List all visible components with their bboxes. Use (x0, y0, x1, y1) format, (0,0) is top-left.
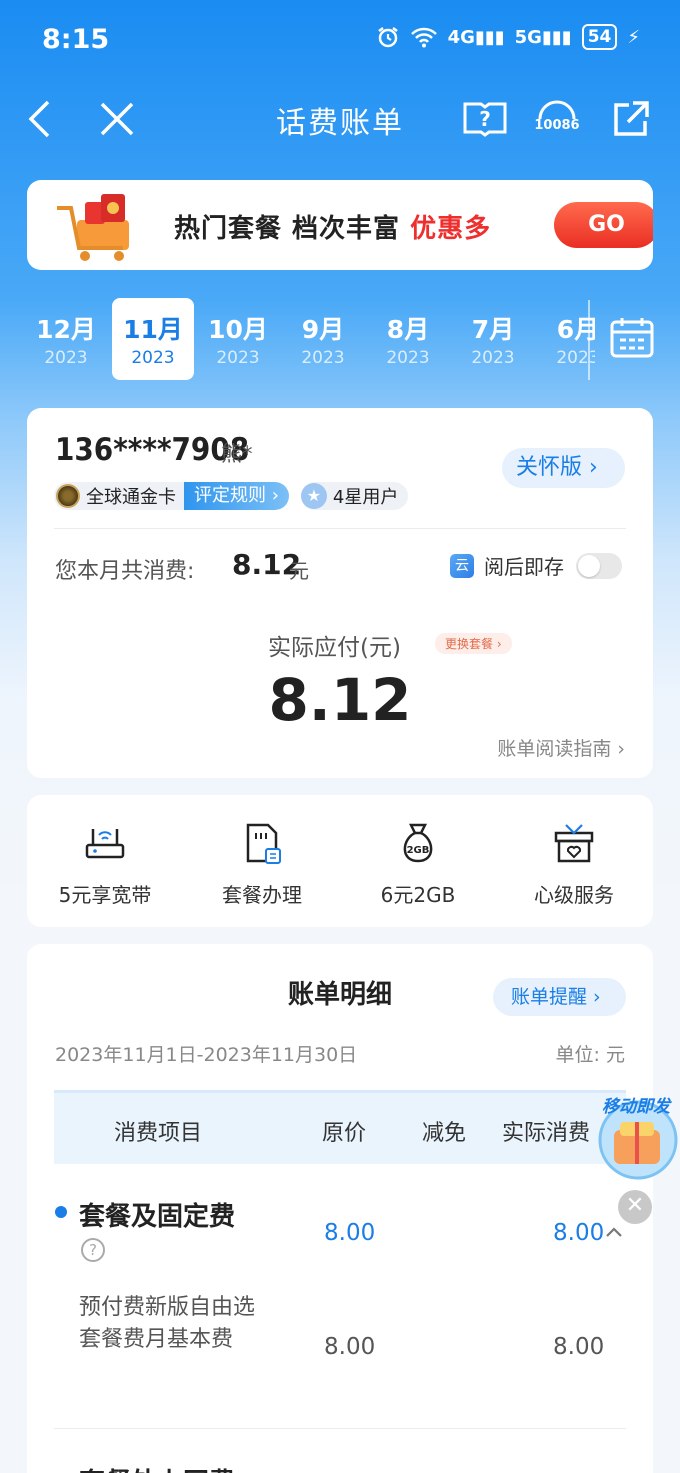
battery-indicator: 54 (581, 24, 618, 50)
bill-unit: 单位: 元 (555, 1044, 625, 1066)
month-tab-12[interactable]: 12月 2023 (25, 298, 107, 380)
svg-text:?: ? (479, 107, 491, 131)
bill-table-header: 消费项目 原价 减免 实际消费 (54, 1090, 626, 1164)
share-button[interactable] (606, 94, 656, 144)
gift-icon (554, 824, 594, 863)
month-tab-8[interactable]: 8月 2023 (367, 298, 449, 380)
alarm-icon (377, 27, 398, 48)
help-button[interactable]: ? (460, 94, 510, 144)
nav-bar: 话费账单 ? 10086 (0, 88, 680, 148)
quick-broadband[interactable]: 5元享宽带 (30, 821, 180, 908)
signal-5g-icon: 5G▮▮▮ (514, 26, 572, 48)
read-save-label: 阅后即存 (484, 555, 564, 579)
care-mode-button[interactable]: 关怀版 › (502, 448, 625, 488)
quick-plan[interactable]: 套餐办理 (187, 821, 337, 908)
help-circle-icon[interactable]: ? (81, 1238, 105, 1262)
data-bag-icon: 2GB (403, 823, 433, 863)
svg-text:2GB: 2GB (407, 845, 430, 856)
monthly-consume-label: 您本月共消费: (55, 559, 195, 584)
status-time: 8:15 (42, 24, 110, 55)
divider (54, 528, 626, 529)
row-actual-price: 8.00 (553, 1334, 605, 1360)
signal-4g-icon: 4G▮▮▮ (447, 26, 505, 48)
help-book-icon: ? (463, 102, 507, 137)
chevron-up-icon[interactable] (605, 1226, 623, 1238)
month-divider (588, 300, 590, 380)
svg-text:10086: 10086 (534, 118, 579, 133)
floating-promo-badge[interactable]: 移动即发 (590, 1090, 680, 1182)
user-tags: 全球通金卡 评定规则 › ★ 4星用户 (54, 482, 409, 510)
user-name: 熊* (221, 442, 253, 466)
customer-service-button[interactable]: 10086 (532, 94, 582, 144)
account-card: 136****7908 熊* 关怀版 › 全球通金卡 评定规则 › ★ 4星用户… (27, 408, 653, 778)
router-icon (85, 829, 125, 859)
change-plan-link[interactable]: 更换套餐 › (435, 633, 512, 654)
shopping-cart-icon (57, 194, 129, 261)
star-icon: ★ (300, 483, 327, 509)
wifi-icon (410, 27, 437, 48)
quick-service[interactable]: 心级服务 (499, 821, 649, 908)
section-data-overage-fee[interactable]: 套餐外上网费 (79, 1462, 235, 1473)
gold-card-icon (56, 484, 80, 508)
bill-date-range: 2023年11月1日-2023年11月30日 (55, 1044, 358, 1066)
row-original-price: 8.00 (324, 1334, 376, 1360)
column-actual: 实际消费 (502, 1121, 591, 1146)
row-description: 预付费新版自由选套餐费月基本费 (79, 1295, 256, 1352)
promo-text: 热门套餐 档次丰富 优惠多 (174, 214, 492, 244)
section-actual-price: 8.00 (553, 1220, 605, 1246)
month-tab-11[interactable]: 11月 2023 (112, 298, 194, 380)
section-plan-fixed-fee[interactable]: 套餐及固定费 (79, 1196, 235, 1233)
month-tab-6[interactable]: 6月 2023 (537, 298, 595, 380)
month-tab-10[interactable]: 10月 2023 (197, 298, 279, 380)
card-type-badge: 全球通金卡 (54, 482, 184, 510)
column-original: 原价 (322, 1121, 367, 1146)
sim-card-icon (246, 823, 281, 864)
promo-highlight: 优惠多 (410, 214, 492, 244)
month-tab-7[interactable]: 7月 2023 (452, 298, 534, 380)
row-divider (54, 1428, 626, 1429)
monthly-consume-unit: 元 (289, 559, 309, 583)
actual-pay-label: 实际应付(元) (268, 635, 401, 661)
bill-guide-link[interactable]: 账单阅读指南 › (497, 734, 625, 761)
section-bullet (55, 1206, 67, 1218)
status-bar: 8:15 4G▮▮▮ 5G▮▮▮ 54 ⚡ (0, 0, 680, 80)
rating-rule-link[interactable]: 评定规则 › (184, 482, 289, 510)
calendar-icon[interactable] (608, 314, 656, 362)
bill-detail-card: 账单明细 账单提醒 › 2023年11月1日-2023年11月30日 单位: 元… (27, 944, 653, 1473)
promo-banner[interactable]: 热门套餐 档次丰富 优惠多 GO (27, 180, 653, 270)
column-discount: 减免 (422, 1121, 467, 1146)
section-original-price: 8.00 (324, 1220, 376, 1246)
svg-text:移动即发: 移动即发 (602, 1097, 672, 1117)
share-icon (614, 101, 649, 136)
quick-actions-card: 5元享宽带 套餐办理 2GB 6元2GB 心级服务 (27, 795, 653, 927)
month-selector: 12月 2023 11月 2023 10月 2023 9月 2023 8月 2023 7月… (25, 298, 595, 382)
column-item: 消费项目 (114, 1121, 203, 1146)
cloud-icon: 云 (450, 553, 474, 578)
month-tab-9[interactable]: 9月 2023 (282, 298, 364, 380)
bill-reminder-button[interactable]: 账单提醒 › (493, 978, 626, 1016)
promo-go-button[interactable]: GO (554, 202, 653, 248)
read-save-control: 云 阅后即存 (450, 551, 622, 580)
star-level-badge: ★ 4星用户 (300, 482, 409, 510)
status-icons: 4G▮▮▮ 5G▮▮▮ 54 ⚡ (376, 24, 640, 50)
close-floating-badge-button[interactable]: ✕ (618, 1190, 652, 1224)
charging-icon: ⚡ (627, 26, 640, 48)
quick-data-pack[interactable]: 2GB 6元2GB (343, 821, 493, 908)
headset-icon: 10086 (534, 100, 580, 133)
actual-pay-amount: 8.12 (268, 666, 412, 734)
read-save-toggle[interactable] (576, 552, 622, 579)
